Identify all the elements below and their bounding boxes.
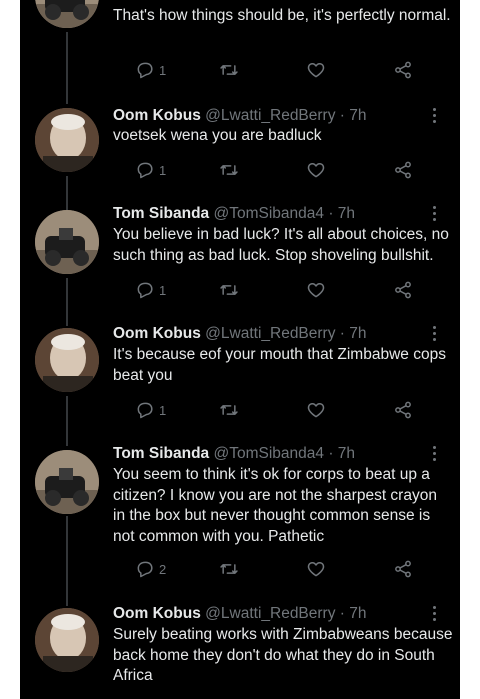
share-button[interactable] [393, 158, 413, 182]
reply-button[interactable]: 1 [135, 278, 166, 302]
tweet[interactable]: Oom Kobus @Lwatti_RedBerry · 7h voetsek … [20, 104, 460, 204]
heart-icon [307, 63, 325, 78]
like-button[interactable] [306, 58, 326, 82]
share-button[interactable] [393, 278, 413, 302]
reply-icon [137, 282, 153, 299]
timestamp[interactable]: · 7h [328, 205, 355, 222]
share-icon [395, 560, 411, 578]
reply-button[interactable]: 1 [135, 398, 166, 422]
username[interactable]: @TomSibanda4 [213, 445, 324, 462]
username[interactable]: @Lwatti_RedBerry [205, 605, 335, 622]
tweet-text: You seem to think it's ok for corps to b… [113, 466, 437, 545]
like-button[interactable] [306, 557, 326, 581]
more-options-icon[interactable] [432, 204, 438, 224]
like-button[interactable] [306, 398, 326, 422]
display-name[interactable]: Oom Kobus [113, 107, 201, 124]
like-button[interactable] [306, 278, 326, 302]
heart-icon [307, 562, 325, 577]
tweet-header: Oom Kobus @Lwatti_RedBerry · 7h [113, 106, 367, 126]
tweet-actions: 1 [113, 158, 411, 182]
retweet-icon [220, 285, 238, 295]
tweet-actions: 1 [113, 398, 411, 422]
share-button[interactable] [393, 557, 413, 581]
timestamp[interactable]: · 7h [340, 605, 367, 622]
reply-count: 1 [159, 62, 167, 78]
retweet-icon [220, 564, 238, 574]
tweet-text: That's how things should be, it's perfec… [113, 7, 451, 24]
tweet-actions: 1 [113, 278, 411, 302]
retweet-button[interactable] [218, 398, 240, 422]
username[interactable]: @Lwatti_RedBerry [205, 107, 335, 124]
display-name[interactable]: Oom Kobus [113, 605, 201, 622]
retweet-button[interactable] [218, 58, 240, 82]
tom-sibanda-avatar[interactable] [35, 450, 99, 514]
timestamp[interactable]: · 7h [340, 325, 367, 342]
username[interactable]: @TomSibanda4 [213, 205, 324, 222]
reply-count: 1 [159, 162, 167, 178]
oom-kobus-avatar[interactable] [35, 608, 99, 672]
reply-button[interactable]: 1 [135, 158, 166, 182]
heart-icon [307, 283, 325, 298]
tweet-text: Surely beating works with Zimbabweans be… [113, 626, 453, 684]
tweet-text: It's because eof your mouth that Zimbabw… [113, 346, 446, 384]
username[interactable]: @Lwatti_RedBerry [205, 325, 335, 342]
more-options-icon[interactable] [432, 324, 438, 344]
tweet-header: Tom Sibanda @TomSibanda4 · 7h [113, 444, 355, 464]
tom-sibanda-avatar[interactable] [35, 210, 99, 274]
tom-sibanda-avatar[interactable] [35, 0, 99, 28]
reply-count: 1 [159, 282, 167, 298]
tweet-thread: That's how things should be, it's perfec… [20, 0, 460, 699]
more-options-icon[interactable] [432, 106, 438, 126]
retweet-button[interactable] [218, 278, 240, 302]
display-name[interactable]: Oom Kobus [113, 325, 201, 342]
share-button[interactable] [393, 58, 413, 82]
share-icon [395, 281, 411, 299]
oom-kobus-avatar[interactable] [35, 328, 99, 392]
display-name[interactable]: Tom Sibanda [113, 205, 209, 222]
share-icon [395, 161, 411, 179]
tweet[interactable]: Oom Kobus @Lwatti_RedBerry · 7h It's bec… [20, 324, 460, 444]
retweet-icon [220, 165, 238, 175]
reply-button[interactable]: 1 [135, 58, 166, 82]
retweet-button[interactable] [218, 557, 240, 581]
tweet-header: Oom Kobus @Lwatti_RedBerry · 7h [113, 324, 367, 344]
heart-icon [307, 163, 325, 178]
tweet-header: Oom Kobus @Lwatti_RedBerry · 7h [113, 604, 367, 624]
timestamp[interactable]: · 7h [328, 445, 355, 462]
reply-icon [137, 402, 153, 419]
tweet[interactable]: That's how things should be, it's perfec… [20, 0, 460, 100]
tweet[interactable]: Oom Kobus @Lwatti_RedBerry · 7h Surely b… [20, 604, 460, 699]
like-button[interactable] [306, 158, 326, 182]
tweet[interactable]: Tom Sibanda @TomSibanda4 · 7h You believ… [20, 204, 460, 324]
display-name[interactable]: Tom Sibanda [113, 445, 209, 462]
tweet-header: Tom Sibanda @TomSibanda4 · 7h [113, 204, 355, 224]
retweet-icon [220, 405, 238, 415]
tweet[interactable]: Tom Sibanda @TomSibanda4 · 7h You seem t… [20, 444, 460, 604]
heart-icon [307, 403, 325, 418]
reply-count: 1 [159, 402, 167, 418]
share-icon [395, 61, 411, 79]
share-icon [395, 401, 411, 419]
reply-icon [137, 162, 153, 179]
tweet-text: You believe in bad luck? It's all about … [113, 226, 449, 264]
tweet-text: voetsek wena you are badluck [113, 127, 322, 144]
reply-button[interactable]: 2 [135, 557, 166, 581]
tweet-actions: 2 [113, 557, 411, 581]
retweet-button[interactable] [218, 158, 240, 182]
tweet-actions: 1 [113, 58, 411, 82]
reply-icon [137, 62, 153, 79]
reply-icon [137, 561, 153, 578]
timestamp[interactable]: · 7h [340, 107, 367, 124]
reply-count: 2 [159, 561, 167, 577]
more-options-icon[interactable] [432, 444, 438, 464]
more-options-icon[interactable] [432, 604, 438, 624]
oom-kobus-avatar[interactable] [35, 108, 99, 172]
share-button[interactable] [393, 398, 413, 422]
retweet-icon [220, 65, 238, 75]
